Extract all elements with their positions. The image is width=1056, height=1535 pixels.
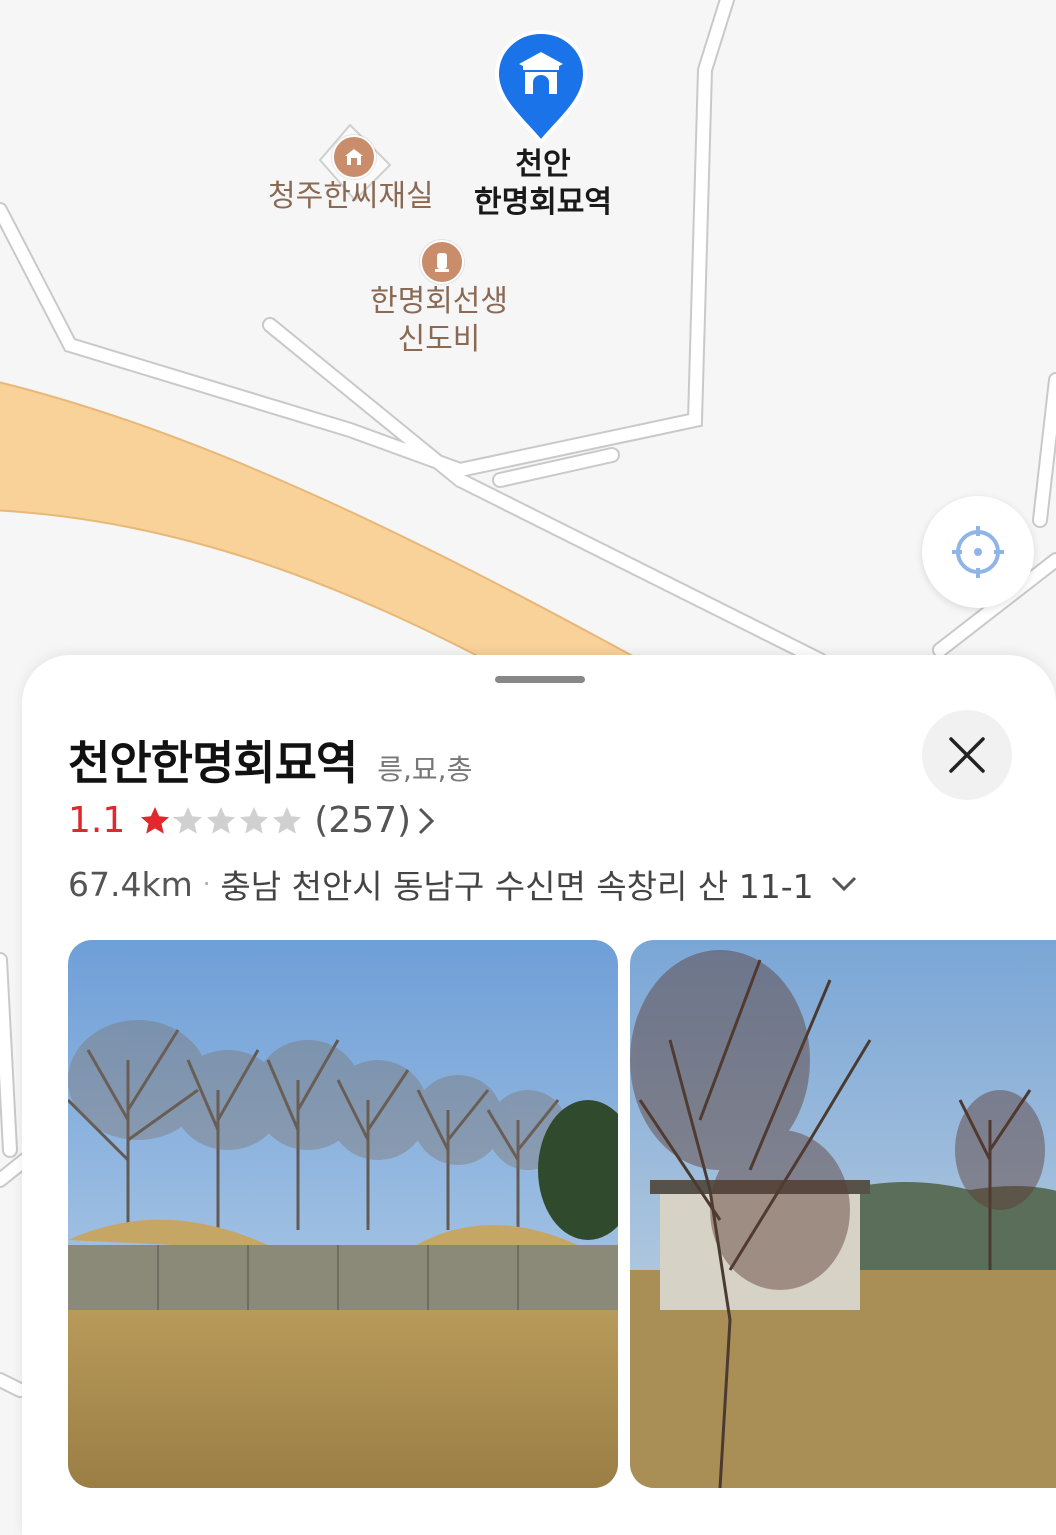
distance: 67.4km (68, 864, 193, 904)
star-icon (240, 806, 269, 834)
selected-place-pin[interactable] (493, 28, 589, 146)
star-icon (207, 806, 236, 834)
address-row[interactable]: 67.4km · 충남 천안시 동남구 수신면 속창리 산 11-1 (68, 860, 858, 908)
close-button[interactable] (922, 710, 1012, 800)
place-category: 릉,묘,총 (377, 753, 473, 786)
chevron-right-icon (419, 807, 435, 834)
selected-poi-label-line1: 천안 (515, 147, 571, 182)
place-photo-1[interactable] (68, 940, 618, 1488)
rating-value: 1.1 (68, 800, 126, 841)
chevron-down-icon (831, 876, 856, 892)
title-row: 천안한명회묘역 릉,묘,총 (68, 727, 472, 793)
poi-label-sindobi-line1: 한명회선생 (370, 284, 508, 319)
selected-poi-label[interactable]: 천안 한명회묘역 (474, 146, 612, 222)
separator-dot: · (202, 870, 211, 898)
star-icon (141, 806, 170, 834)
place-detail-sheet[interactable]: 천안한명회묘역 릉,묘,총 1.1 (257) 67.4km · 충남 천안시 … (22, 655, 1056, 1535)
poi-label-sindobi-line2: 신도비 (397, 322, 481, 357)
place-title[interactable]: 천안한명회묘역 (68, 727, 358, 793)
star-icon (273, 806, 302, 834)
poi-label-sindobi[interactable]: 한명회선생 신도비 (370, 283, 508, 359)
sheet-drag-handle[interactable] (495, 676, 585, 683)
monument-icon[interactable] (420, 240, 464, 284)
selected-poi-label-line2: 한명회묘역 (474, 185, 612, 220)
my-location-button[interactable] (922, 496, 1034, 608)
house-icon[interactable] (332, 135, 376, 179)
address: 충남 천안시 동남구 수신면 속창리 산 11-1 (220, 867, 814, 906)
crosshair-icon (952, 526, 1004, 578)
close-icon (949, 737, 985, 773)
place-photo-2[interactable] (630, 940, 1056, 1488)
star-rating (139, 805, 304, 837)
review-count: (257) (314, 800, 412, 841)
poi-label-jaesil[interactable]: 청주한씨재실 (268, 178, 434, 216)
star-icon (174, 806, 203, 834)
rating-row[interactable]: 1.1 (257) (68, 800, 435, 841)
